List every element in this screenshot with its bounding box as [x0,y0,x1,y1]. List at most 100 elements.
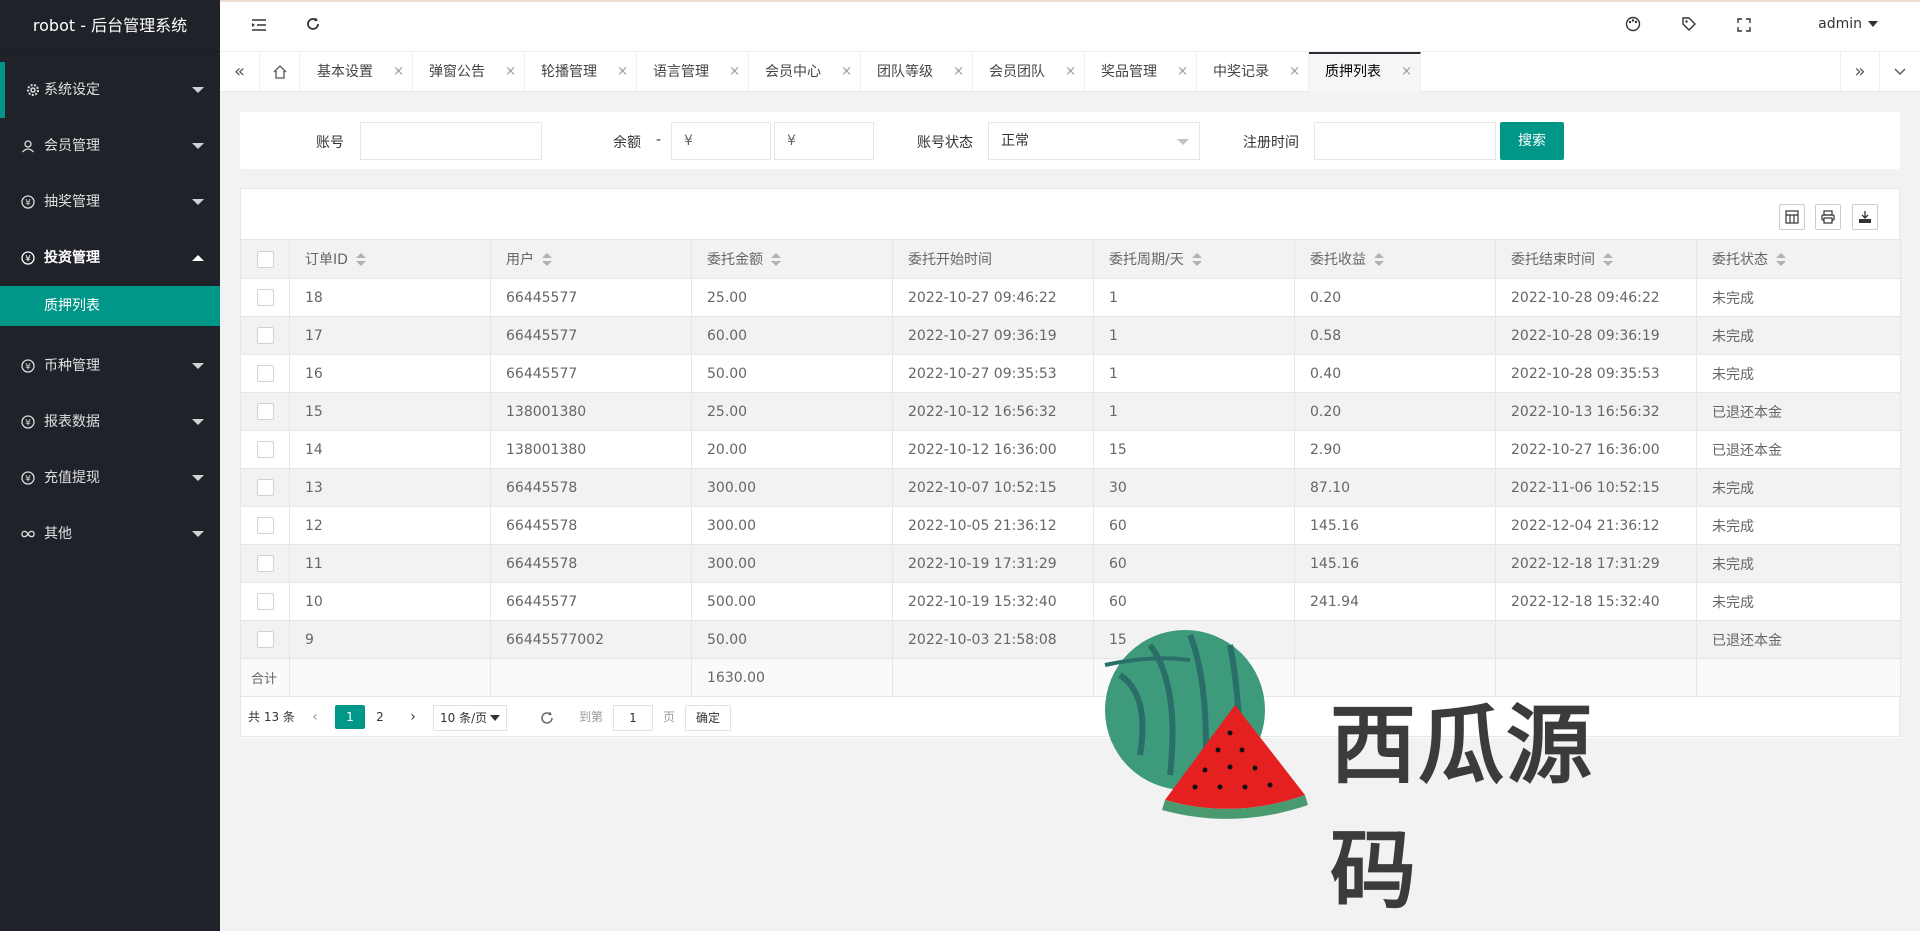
table-row[interactable]: 17 66445577 60.00 2022-10-27 09:36:19 1 0.58 2… [240,316,1901,355]
row-checkbox-cell[interactable] [240,354,290,393]
account-input[interactable] [360,122,542,160]
page-size-select[interactable]: 10 条/页 [433,705,507,731]
sort-icon[interactable] [1776,253,1786,267]
checkbox[interactable] [256,365,274,382]
row-checkbox-cell[interactable] [240,582,290,621]
close-icon[interactable]: × [953,52,964,92]
checkbox[interactable] [256,593,274,610]
sort-icon[interactable] [1603,253,1613,267]
sidebar-subitem-pledge-list[interactable]: 质押列表 [0,286,220,326]
sidebar-item-system-settings[interactable]: 系统设定 [0,62,220,118]
tab-team-level[interactable]: 团队等级 × [861,52,973,92]
sidebar-item-other[interactable]: 其他 [0,506,220,562]
fullscreen-icon[interactable] [1733,16,1755,38]
sidebar-item-investment[interactable]: ¥ 投资管理 [0,230,220,286]
close-icon[interactable]: × [729,52,740,92]
sidebar-item-members[interactable]: 会员管理 [0,118,220,174]
col-header-user[interactable]: 用户 [490,239,692,279]
goto-confirm-button[interactable]: 确定 [685,705,732,731]
tab-language[interactable]: 语言管理 × [637,52,749,92]
tab-pledge-list[interactable]: 质押列表 × [1309,52,1421,92]
tab-carousel[interactable]: 轮播管理 × [525,52,637,92]
row-checkbox-cell[interactable] [240,316,290,355]
row-checkbox-cell[interactable] [240,544,290,583]
col-header-order-id[interactable]: 订单ID [289,239,491,279]
checkbox[interactable] [256,441,274,458]
table-row[interactable]: 18 66445577 25.00 2022-10-27 09:46:22 1 0.20 2… [240,278,1901,317]
checkbox[interactable] [256,403,274,420]
row-checkbox-cell[interactable] [240,468,290,507]
tabs-scroll-left-icon[interactable]: « [220,52,260,92]
checkbox[interactable] [256,555,274,572]
balance-max-input[interactable]: ¥ [774,122,874,160]
columns-filter-icon[interactable] [1779,204,1805,230]
close-icon[interactable]: × [1177,52,1188,92]
col-header-income[interactable]: 委托收益 [1294,239,1496,279]
sidebar-item-recharge-withdraw[interactable]: ¥ 充值提现 [0,450,220,506]
checkbox[interactable] [256,250,274,268]
prev-page-icon[interactable]: ‹ [303,705,327,729]
checkbox[interactable] [256,631,274,648]
row-checkbox-cell[interactable] [240,506,290,545]
sort-icon[interactable] [1374,253,1384,267]
refresh-icon[interactable] [537,705,557,729]
page-2[interactable]: 2 [365,705,395,729]
refresh-icon[interactable] [302,16,324,38]
regtime-input[interactable] [1314,122,1496,160]
tab-popup-notice[interactable]: 弹窗公告 × [413,52,525,92]
home-icon[interactable] [260,52,300,92]
checkbox[interactable] [256,517,274,534]
search-button[interactable]: 搜索 [1500,122,1564,160]
row-checkbox-cell[interactable] [240,278,290,317]
theme-icon[interactable] [1622,16,1644,38]
tabs-scroll-right-icon[interactable]: » [1840,52,1880,92]
row-checkbox-cell[interactable] [240,392,290,431]
table-row[interactable]: 13 66445578 300.00 2022-10-07 10:52:15 30 87.… [240,468,1901,507]
sort-icon[interactable] [542,253,552,267]
close-icon[interactable]: × [617,52,628,92]
tab-member-center[interactable]: 会员中心 × [749,52,861,92]
tab-winning-records[interactable]: 中奖记录 × [1197,52,1309,92]
tabs-menu-chevron-icon[interactable] [1880,52,1920,92]
close-icon[interactable]: × [393,52,404,92]
row-checkbox-cell[interactable] [240,430,290,469]
menu-fold-icon[interactable] [248,16,270,38]
table-row[interactable]: 11 66445578 300.00 2022-10-19 17:31:29 60 145… [240,544,1901,583]
print-icon[interactable] [1815,204,1841,230]
export-icon[interactable] [1852,204,1878,230]
status-select[interactable]: 正常 [988,122,1200,160]
col-header-amount[interactable]: 委托金额 [691,239,893,279]
col-header-status[interactable]: 委托状态 [1696,239,1901,279]
row-checkbox-cell[interactable] [240,620,290,659]
sort-icon[interactable] [355,253,366,267]
balance-min-input[interactable]: ¥ [671,122,771,160]
col-header-end-time[interactable]: 委托结束时间 [1495,239,1697,279]
checkbox[interactable] [256,479,274,496]
tag-icon[interactable] [1678,16,1700,38]
col-header-period[interactable]: 委托周期/天 [1093,239,1295,279]
user-menu[interactable]: admin [1818,16,1878,32]
close-icon[interactable]: × [1065,52,1076,92]
sidebar-item-currency[interactable]: ¥ 币种管理 [0,338,220,394]
close-icon[interactable]: × [841,52,852,92]
close-icon[interactable]: × [1289,52,1300,92]
select-all-checkbox[interactable] [240,239,290,279]
checkbox[interactable] [256,327,274,344]
sidebar-item-reports[interactable]: ¥ 报表数据 [0,394,220,450]
next-page-icon[interactable]: › [401,705,425,729]
table-row[interactable]: 16 66445577 50.00 2022-10-27 09:35:53 1 0.40 2… [240,354,1901,393]
table-row[interactable]: 10 66445577 500.00 2022-10-19 15:32:40 60 241… [240,582,1901,621]
table-row[interactable]: 14 138001380 20.00 2022-10-12 16:36:00 15 2.9… [240,430,1901,469]
sort-icon[interactable] [1191,253,1202,267]
close-icon[interactable]: × [1401,54,1412,90]
sort-icon[interactable] [771,253,781,267]
checkbox[interactable] [256,289,274,306]
table-row[interactable]: 12 66445578 300.00 2022-10-05 21:36:12 60 145… [240,506,1901,545]
sidebar-item-lottery[interactable]: ¥ 抽奖管理 [0,174,220,230]
table-row[interactable]: 9 66445577002 50.00 2022-10-03 21:58:08 15 已退… [240,620,1901,659]
tab-basic-settings[interactable]: 基本设置 × [301,52,413,92]
tab-member-team[interactable]: 会员团队 × [973,52,1085,92]
goto-page-input[interactable]: 1 [613,705,653,731]
tab-prize[interactable]: 奖品管理 × [1085,52,1197,92]
close-icon[interactable]: × [505,52,516,92]
